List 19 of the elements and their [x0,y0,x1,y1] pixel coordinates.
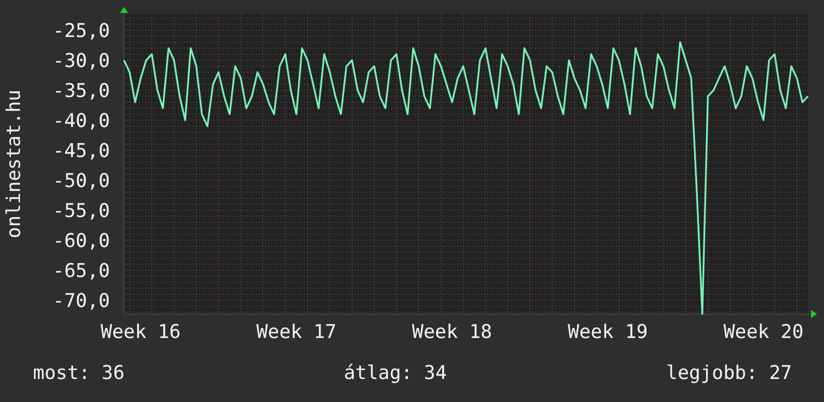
y-tick-label: -60,0 [52,230,110,252]
x-tick-label: Week 18 [412,321,492,343]
y-tick-label: -25,0 [52,20,110,42]
y-tick-label: -55,0 [52,200,110,222]
legend-stat: most: 36 [33,362,125,384]
y-tick-label: -40,0 [52,110,110,132]
y-tick-label: -35,0 [52,80,110,102]
y-tick-label: -70,0 [52,290,110,312]
y-axis-title: onlinestat.hu [3,90,25,238]
y-tick-label: -30,0 [52,50,110,72]
x-tick-label: Week 17 [256,321,336,343]
x-tick-label: Week 16 [100,321,181,343]
y-tick-label: -45,0 [52,140,110,162]
x-tick-label: Week 19 [568,321,648,343]
y-tick-label: -65,0 [52,260,110,282]
legend-stat: átlag: 34 [344,362,447,384]
legend-stat: legjobb: 27 [666,362,792,384]
y-tick-label: -50,0 [52,170,110,192]
x-tick-label: Week 20 [723,321,804,343]
